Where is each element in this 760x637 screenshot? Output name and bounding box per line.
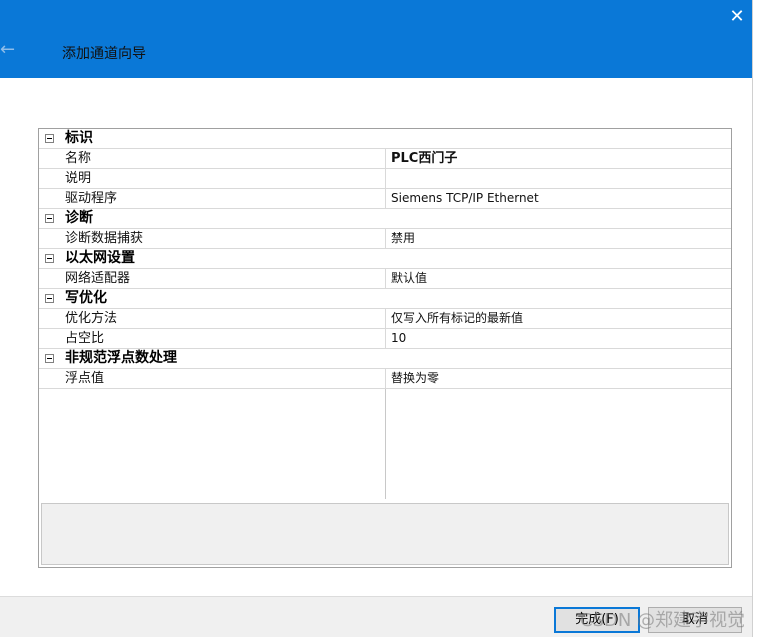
property-row[interactable]: 优化方法 仅写入所有标记的最新值 bbox=[39, 309, 731, 329]
property-row[interactable]: 网络适配器 默认值 bbox=[39, 269, 731, 289]
window-title: 添加通道向导 bbox=[62, 46, 146, 62]
property-row[interactable]: 诊断数据捕获 禁用 bbox=[39, 229, 731, 249]
property-value[interactable]: 默认值 bbox=[391, 269, 729, 288]
property-name: 占空比 bbox=[65, 331, 105, 346]
property-row[interactable]: 名称 PLC西门子 bbox=[39, 149, 731, 169]
category-label: 非规范浮点数处理 bbox=[65, 350, 177, 366]
collapse-icon[interactable] bbox=[45, 214, 54, 223]
category-label: 诊断 bbox=[65, 210, 93, 226]
property-description-panel bbox=[41, 503, 729, 565]
property-name: 网络适配器 bbox=[65, 271, 131, 286]
collapse-icon[interactable] bbox=[45, 134, 54, 143]
column-divider bbox=[385, 389, 386, 499]
column-divider bbox=[385, 309, 386, 328]
property-name: 驱动程序 bbox=[65, 191, 118, 206]
watermark-text: CSDN @郑建宇视觉 bbox=[580, 610, 746, 631]
category-label: 以太网设置 bbox=[65, 250, 135, 266]
property-value[interactable]: 禁用 bbox=[391, 229, 729, 248]
property-rows: 标识名称 PLC西门子说明驱动程序 Siemens TCP/IP Ethernet 诊… bbox=[39, 129, 731, 389]
collapse-icon[interactable] bbox=[45, 294, 54, 303]
property-name: 优化方法 bbox=[65, 311, 118, 326]
add-channel-wizard-dialog: ← 添加通道向导 ✕ 标识名称 PLC西门子说明驱动程序 Siemens TCP/I… bbox=[0, 0, 760, 637]
property-value[interactable]: 替换为零 bbox=[391, 369, 729, 388]
collapse-icon[interactable] bbox=[45, 354, 54, 363]
category-row[interactable]: 以太网设置 bbox=[39, 249, 731, 269]
property-value[interactable]: PLC西门子 bbox=[391, 149, 729, 168]
category-row[interactable]: 非规范浮点数处理 bbox=[39, 349, 731, 369]
property-value[interactable]: 10 bbox=[391, 329, 729, 348]
column-divider bbox=[385, 149, 386, 168]
back-arrow-icon[interactable]: ← bbox=[0, 40, 20, 60]
property-grid-empty-area bbox=[39, 389, 731, 501]
property-value[interactable]: 仅写入所有标记的最新值 bbox=[391, 309, 729, 328]
category-label: 写优化 bbox=[65, 290, 107, 306]
column-divider bbox=[385, 329, 386, 348]
category-row[interactable]: 标识 bbox=[39, 129, 731, 149]
property-row[interactable]: 驱动程序 Siemens TCP/IP Ethernet bbox=[39, 189, 731, 209]
property-row[interactable]: 占空比 10 bbox=[39, 329, 731, 349]
wizard-content: 标识名称 PLC西门子说明驱动程序 Siemens TCP/IP Ethernet 诊… bbox=[0, 78, 752, 596]
property-value[interactable]: Siemens TCP/IP Ethernet bbox=[391, 189, 729, 208]
title-bar: ← 添加通道向导 ✕ bbox=[0, 0, 752, 78]
property-name: 说明 bbox=[65, 171, 92, 186]
column-divider bbox=[385, 369, 386, 388]
category-label: 标识 bbox=[65, 130, 93, 146]
category-row[interactable]: 写优化 bbox=[39, 289, 731, 309]
category-row[interactable]: 诊断 bbox=[39, 209, 731, 229]
collapse-icon[interactable] bbox=[45, 254, 54, 263]
column-divider bbox=[385, 229, 386, 248]
close-icon[interactable]: ✕ bbox=[726, 6, 748, 28]
property-name: 诊断数据捕获 bbox=[65, 231, 144, 246]
property-row[interactable]: 浮点值 替换为零 bbox=[39, 369, 731, 389]
window-edge bbox=[752, 0, 760, 637]
property-name: 浮点值 bbox=[65, 371, 105, 386]
property-value[interactable] bbox=[391, 169, 729, 188]
property-grid: 标识名称 PLC西门子说明驱动程序 Siemens TCP/IP Ethernet 诊… bbox=[38, 128, 732, 568]
column-divider bbox=[385, 269, 386, 288]
column-divider bbox=[385, 169, 386, 188]
property-name: 名称 bbox=[65, 151, 92, 166]
column-divider bbox=[385, 189, 386, 208]
property-row[interactable]: 说明 bbox=[39, 169, 731, 189]
